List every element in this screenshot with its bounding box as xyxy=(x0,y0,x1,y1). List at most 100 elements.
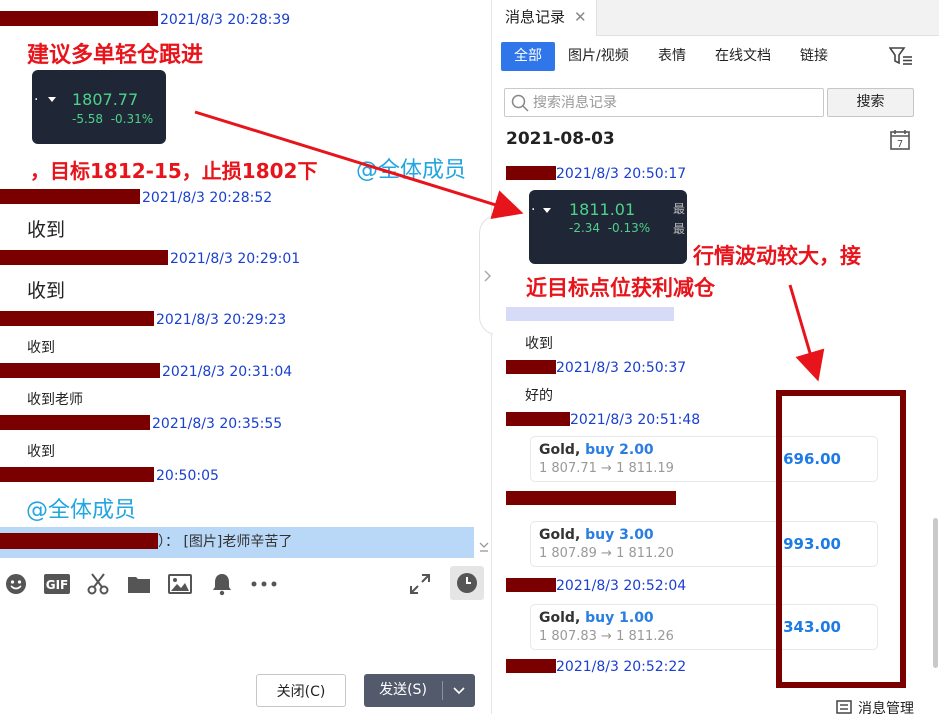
filter-tab-links[interactable]: 链接 xyxy=(800,42,828,71)
tab-message-history[interactable]: 消息记录 ✕ xyxy=(493,0,597,36)
message-header: 2021/8/3 20:51:48 xyxy=(506,411,700,429)
redacted-sender xyxy=(0,415,150,430)
redacted-sender xyxy=(506,578,556,592)
date-heading: 2021-08-03 xyxy=(506,129,615,149)
message-time: 20:50:05 xyxy=(156,468,219,484)
message-header: 2021/8/3 20:28:52 xyxy=(0,188,272,208)
more-icon[interactable] xyxy=(250,572,278,596)
quote-change: -2.34 -0.13% xyxy=(569,221,651,235)
message-header: 2021/8/3 20:29:01 xyxy=(0,249,300,269)
chat-panel: 2021/8/3 20:28:39 建议多单轻仓跟进 · 1807.77 -5.… xyxy=(0,0,492,714)
message-time: 2021/8/3 20:29:01 xyxy=(170,251,301,267)
svg-text:7: 7 xyxy=(897,139,903,150)
search-input[interactable] xyxy=(533,92,813,113)
message-time: 2021/8/3 20:28:52 xyxy=(142,190,273,206)
redacted-sender xyxy=(0,533,158,549)
redacted-sender xyxy=(0,189,140,204)
search-icon xyxy=(511,94,529,112)
bell-icon[interactable] xyxy=(210,572,234,596)
message-manage-link[interactable]: 消息管理 xyxy=(858,698,914,714)
folder-icon[interactable] xyxy=(127,572,151,596)
image-icon[interactable] xyxy=(168,572,192,596)
redacted-sender xyxy=(0,250,168,265)
highlight-box xyxy=(776,390,906,688)
redacted-sender xyxy=(506,659,556,673)
mention-all[interactable]: @全体成员 xyxy=(356,152,466,184)
message-header: 2021/8/3 20:50:17 xyxy=(506,165,686,183)
message-header: 20:50:05 xyxy=(0,466,219,486)
gif-icon[interactable]: GIF xyxy=(44,572,70,596)
message-header: 2021/8/3 20:31:04 xyxy=(0,362,292,382)
message-time: 2021/8/3 20:31:04 xyxy=(162,364,293,380)
redacted-sender xyxy=(506,412,570,426)
scrollbar[interactable] xyxy=(933,518,938,668)
message-time: 2021/8/3 20:35:55 xyxy=(152,416,283,432)
filter-tab-docs[interactable]: 在线文档 xyxy=(715,42,771,71)
annotation-advice: 建议多单轻仓跟进 xyxy=(27,43,204,68)
expand-icon[interactable] xyxy=(408,572,432,596)
send-button[interactable]: 发送(S) xyxy=(364,674,475,707)
message-header xyxy=(506,490,676,508)
message-text: 收到 xyxy=(525,336,553,352)
message-history-panel: 消息记录 ✕ 全部 图片/视频 表情 在线文档 链接 搜索 2021-08-03… xyxy=(493,0,939,714)
quote-price: 1807.77 xyxy=(72,90,139,109)
history-icon[interactable] xyxy=(450,566,484,600)
app-window: 2021/8/3 20:28:39 建议多单轻仓跟进 · 1807.77 -5.… xyxy=(0,0,939,714)
trade-title: Gold, buy 2.00 xyxy=(539,442,654,458)
emoji-icon[interactable] xyxy=(4,572,28,596)
trade-title: Gold, buy 3.00 xyxy=(539,527,654,543)
search-field[interactable] xyxy=(504,88,824,117)
collapse-down-icon[interactable] xyxy=(478,541,490,553)
message-time: 2021/8/3 20:29:23 xyxy=(156,312,287,328)
message-time: 2021/8/3 20:50:37 xyxy=(556,360,687,376)
trade-range: 1 807.83 → 1 811.26 xyxy=(539,629,674,644)
mention-all[interactable]: @全体成员 xyxy=(26,492,136,524)
quote-image-thumbnail[interactable]: · 1807.77 -5.58 -0.31% xyxy=(32,70,166,144)
redacted-sender xyxy=(506,360,556,374)
redacted-sender xyxy=(0,311,154,326)
message-header xyxy=(506,306,674,324)
message-header: 2021/8/3 20:35:55 xyxy=(0,414,282,434)
input-toolbar: GIF xyxy=(0,566,491,602)
chevron-down-icon[interactable] xyxy=(452,683,466,697)
message-header: 2021/8/3 20:28:39 xyxy=(0,10,290,30)
trade-title: Gold, buy 1.00 xyxy=(539,610,654,626)
message-header: 2021/8/3 20:29:23 xyxy=(0,310,286,330)
quote-side-label: 最 xyxy=(673,222,686,236)
calendar-icon[interactable]: 7 xyxy=(890,129,910,150)
message-text: 收到 xyxy=(27,219,66,241)
quote-image-thumbnail[interactable]: · 1811.01 -2.34 -0.13% 最 最 xyxy=(529,190,687,264)
close-button[interactable]: 关闭(C) xyxy=(256,674,346,707)
message-time: 2021/8/3 20:52:22 xyxy=(556,659,687,675)
message-text: 收到老师 xyxy=(27,392,83,408)
filter-tab-all[interactable]: 全部 xyxy=(501,42,555,71)
filter-tab-media[interactable]: 图片/视频 xyxy=(568,42,629,71)
tab-label: 消息记录 xyxy=(505,8,566,26)
filter-tab-emoji[interactable]: 表情 xyxy=(658,42,686,71)
svg-text:GIF: GIF xyxy=(46,578,69,592)
new-message-preview[interactable]: ）： [图片]老师辛苦了 xyxy=(0,527,474,558)
scissors-icon[interactable] xyxy=(86,572,110,596)
redacted-sender xyxy=(506,491,676,505)
message-text: 好的 xyxy=(525,388,553,404)
message-text: 收到 xyxy=(27,280,66,302)
dots-icon: · xyxy=(34,92,39,108)
message-header: 2021/8/3 20:50:37 xyxy=(506,359,686,377)
redacted-sender xyxy=(0,363,160,378)
dropdown-arrow-icon xyxy=(543,208,551,213)
trade-range: 1 807.71 → 1 811.19 xyxy=(539,461,674,476)
redacted-sender xyxy=(0,467,154,482)
dropdown-arrow-icon xyxy=(48,97,56,102)
quote-change: -5.58 -0.31% xyxy=(72,112,154,126)
filter-icon[interactable] xyxy=(889,46,913,66)
chevron-right-icon xyxy=(484,270,492,282)
close-icon[interactable]: ✕ xyxy=(574,10,587,25)
annotation-target: ，目标1812-15，止损1802下 xyxy=(30,159,318,183)
quote-side-label: 最 xyxy=(673,202,686,216)
redacted-sender xyxy=(506,166,556,180)
preview-text: ）： [图片]老师辛苦了 xyxy=(158,534,293,550)
message-time: 2021/8/3 20:50:17 xyxy=(556,166,687,182)
search-button[interactable]: 搜索 xyxy=(827,88,914,117)
annotation-volatility: 行情波动较大，接 xyxy=(693,244,861,268)
message-text: 收到 xyxy=(27,340,55,356)
